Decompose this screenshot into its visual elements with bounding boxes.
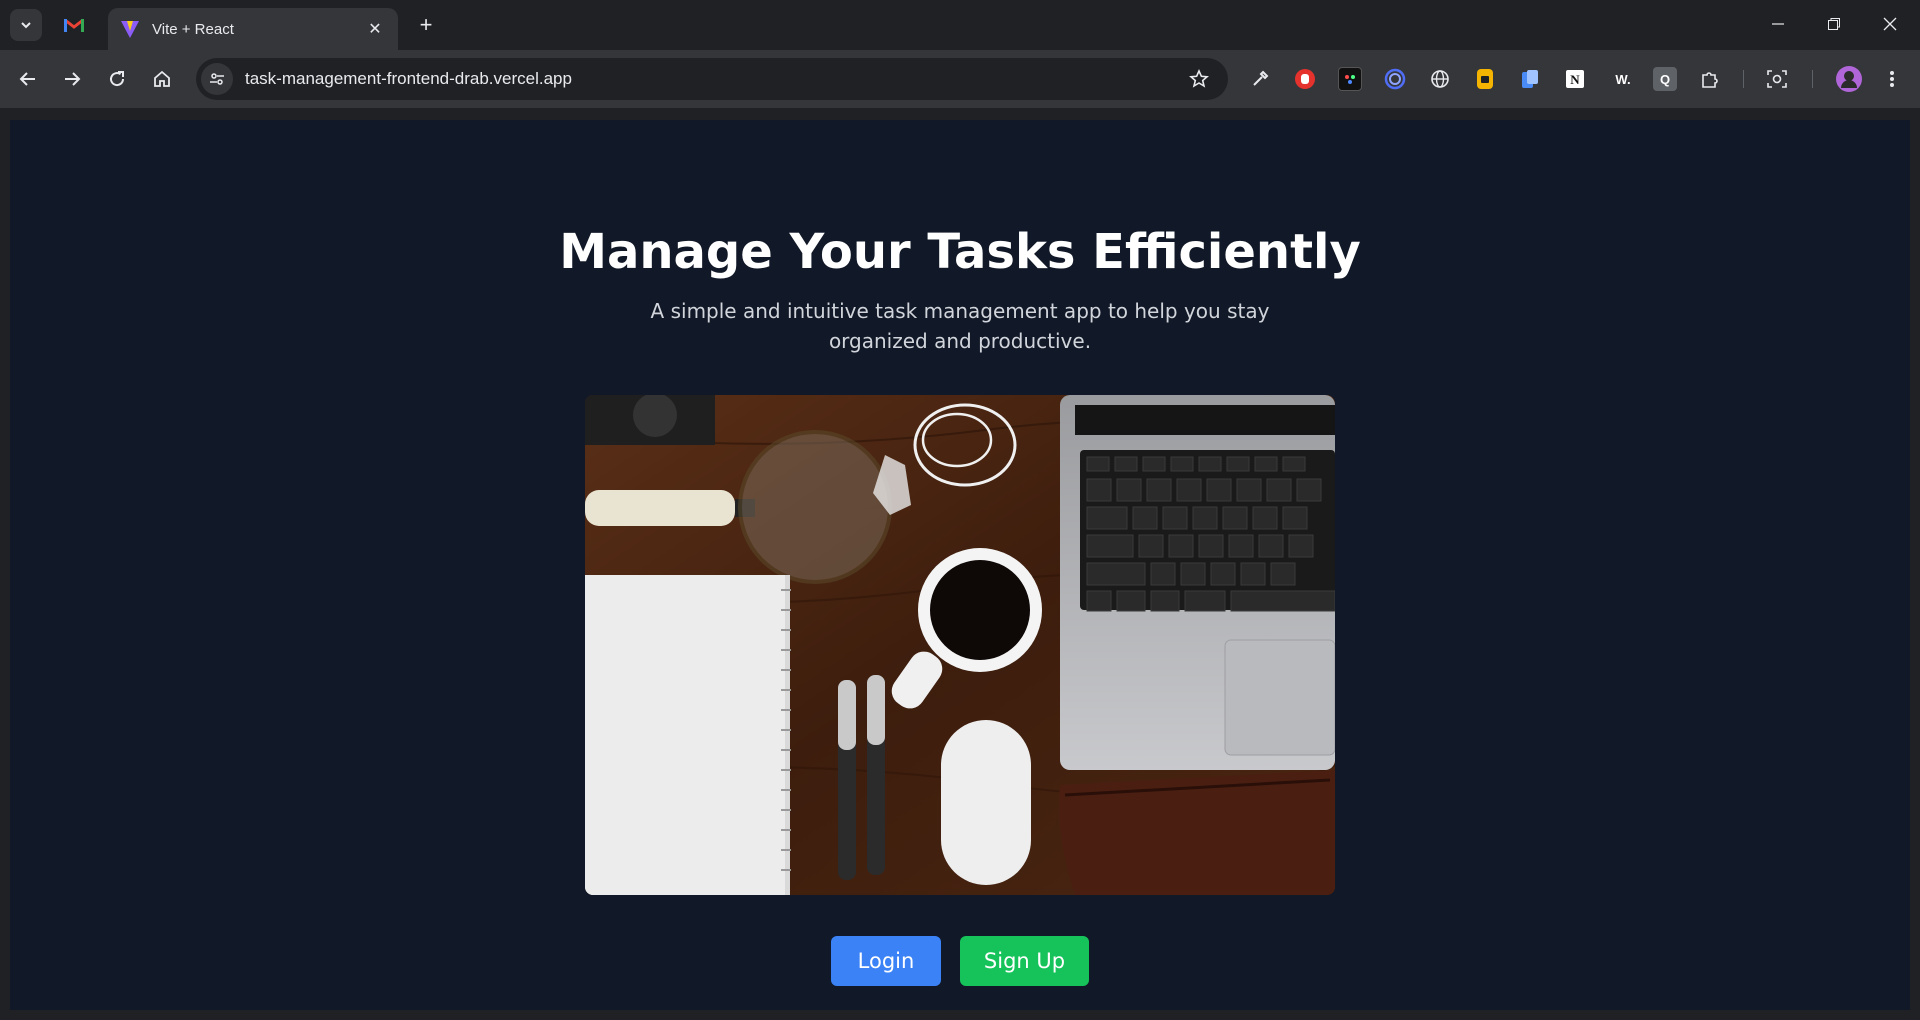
vite-icon — [121, 21, 139, 38]
hero-subtitle: A simple and intuitive task management a… — [650, 299, 1270, 353]
reload-icon — [110, 71, 125, 87]
q-ext-icon[interactable]: Q — [1653, 67, 1677, 91]
page-viewport: Manage Your Tasks Efficiently A simple a… — [10, 120, 1910, 1010]
globe-icon[interactable] — [1428, 67, 1452, 91]
restore-button[interactable] — [1812, 8, 1856, 40]
notion-icon[interactable]: N — [1563, 67, 1587, 91]
url-text[interactable]: task-management-frontend-drab.vercel.app — [245, 69, 1182, 89]
tab-close-button[interactable]: ✕ — [364, 18, 386, 40]
tab-search-button[interactable] — [10, 9, 42, 41]
hand-icon[interactable] — [1293, 67, 1317, 91]
signup-button[interactable]: Sign Up — [960, 936, 1089, 986]
arrow-right-icon — [65, 72, 81, 86]
tune-icon — [210, 73, 224, 85]
site-info-button[interactable] — [201, 63, 233, 95]
chevron-down-icon — [21, 22, 31, 29]
address-bar[interactable]: task-management-frontend-drab.vercel.app — [196, 58, 1228, 100]
home-icon — [154, 70, 170, 87]
minimize-button[interactable] — [1756, 8, 1800, 40]
tab-title: Vite + React — [152, 20, 234, 38]
hero-image — [585, 395, 1335, 895]
reload-button[interactable] — [100, 62, 134, 96]
home-button[interactable] — [145, 62, 179, 96]
wikipedia-icon[interactable]: W. — [1608, 67, 1638, 91]
tab-active[interactable]: Vite + React ✕ — [108, 8, 398, 50]
yellow-ext-icon[interactable] — [1473, 67, 1497, 91]
screenshot-lens-icon[interactable] — [1765, 67, 1789, 91]
minimize-icon — [1772, 23, 1784, 25]
gmail-icon — [64, 18, 84, 32]
toolbar-separator — [1812, 70, 1813, 88]
close-icon — [1883, 17, 1897, 31]
svg-text:N: N — [1570, 72, 1580, 87]
eyedropper-icon[interactable] — [1248, 67, 1272, 91]
bookmark-button[interactable] — [1182, 62, 1216, 96]
pinned-tab-gmail[interactable] — [58, 9, 90, 41]
extensions-puzzle-icon[interactable] — [1698, 67, 1722, 91]
kebab-menu-icon[interactable] — [1880, 67, 1904, 91]
login-button[interactable]: Login — [831, 936, 941, 986]
new-tab-button[interactable]: + — [412, 11, 440, 39]
profile-avatar[interactable] — [1835, 65, 1863, 93]
arrow-left-icon — [19, 72, 35, 86]
close-window-button[interactable] — [1868, 8, 1912, 40]
restore-icon — [1828, 18, 1840, 30]
hero-title: Manage Your Tasks Efficiently — [559, 224, 1361, 280]
colorzilla-icon[interactable] — [1338, 67, 1362, 91]
docs-icon[interactable] — [1518, 67, 1542, 91]
browser-toolbar: task-management-frontend-drab.vercel.app… — [0, 50, 1920, 108]
star-icon — [1189, 69, 1209, 88]
spiral-icon[interactable] — [1383, 67, 1407, 91]
forward-button[interactable] — [55, 62, 89, 96]
toolbar-separator — [1743, 70, 1744, 88]
tab-strip: Vite + React ✕ + — [0, 0, 1920, 50]
back-button[interactable] — [11, 62, 45, 96]
